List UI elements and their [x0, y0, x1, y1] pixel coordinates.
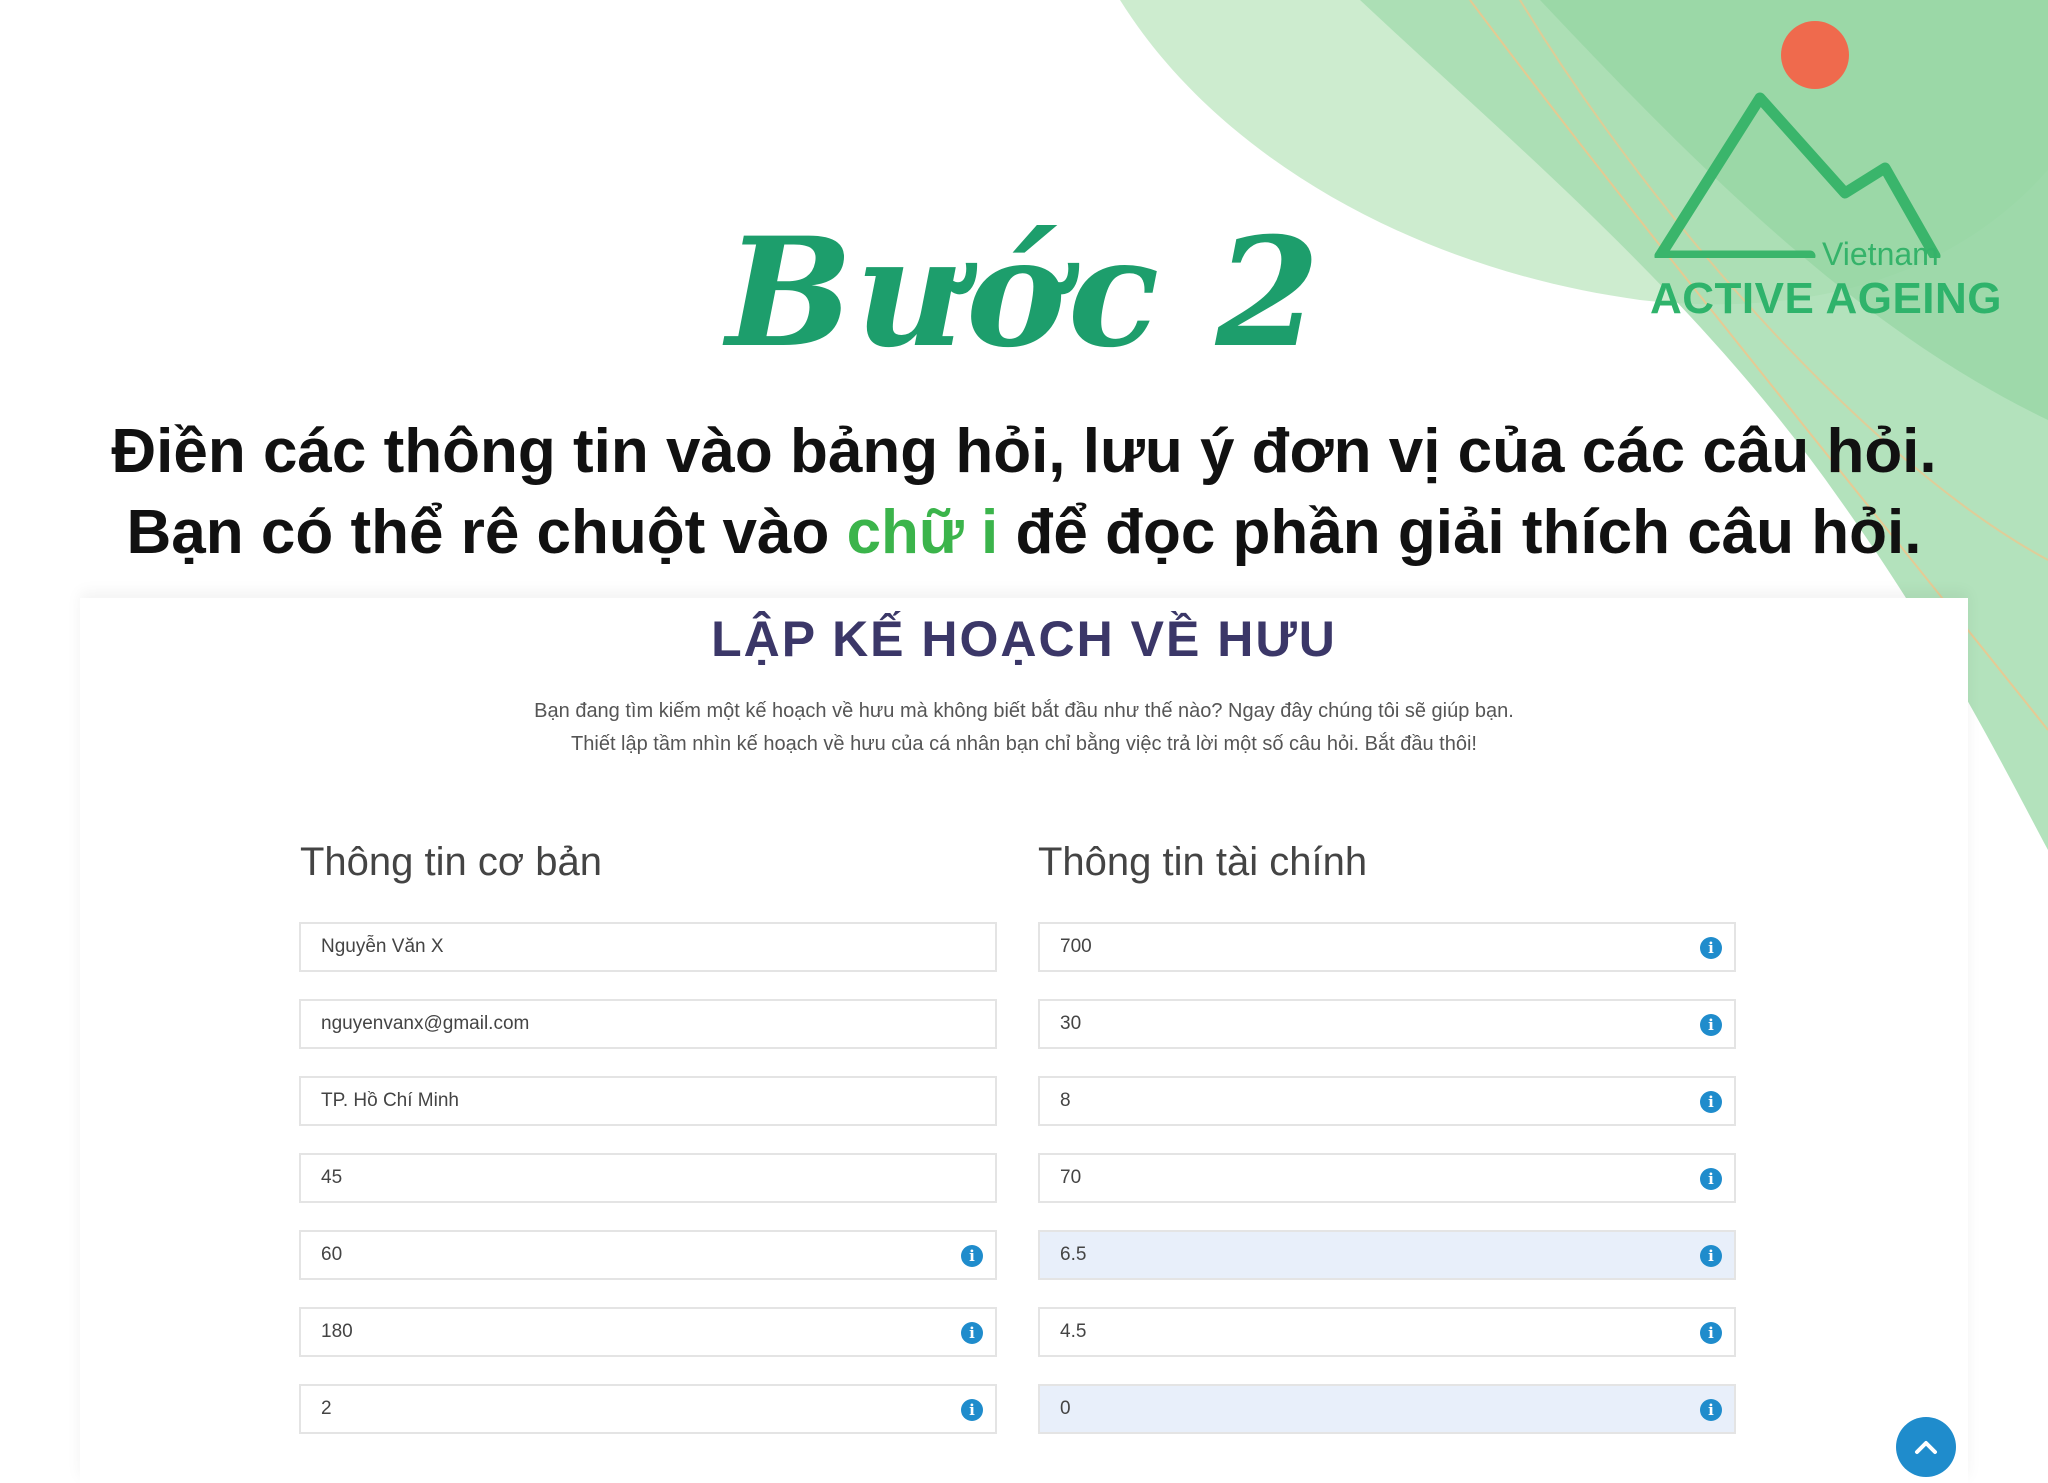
form-intro-line-2: Thiết lập tầm nhìn kế hoạch về hưu của c…	[571, 733, 1477, 755]
field-value: 4.5	[1060, 1321, 1087, 1342]
basic-field-6[interactable]: 180 i	[299, 1307, 997, 1357]
form-title: LẬP KẾ HOẠCH VỀ HƯU	[711, 611, 1337, 667]
field-value: 8	[1060, 1090, 1071, 1111]
instruction-text: để đọc phần giải thích câu hỏi.	[998, 498, 1922, 567]
retirement-age-field[interactable]: 60 i	[299, 1230, 997, 1280]
info-icon[interactable]: i	[1700, 1168, 1722, 1190]
instruction-line-1: Điền các thông tin vào bảng hỏi, lưu ý đ…	[111, 417, 1937, 486]
age-field[interactable]: 45	[299, 1153, 997, 1203]
financial-field-5[interactable]: 6.5 i	[1038, 1230, 1736, 1280]
info-icon[interactable]: i	[1700, 1399, 1722, 1421]
info-icon[interactable]: i	[1700, 1014, 1722, 1036]
city-field[interactable]: TP. Hồ Chí Minh	[299, 1076, 997, 1126]
field-value: 180	[321, 1321, 353, 1342]
email-field[interactable]: nguyenvanx@gmail.com	[299, 999, 997, 1049]
instruction-line-2: Bạn có thể rê chuột vào chữ i để đọc phầ…	[0, 497, 2048, 568]
financial-field-3[interactable]: 8i	[1038, 1076, 1736, 1126]
field-value: Nguyễn Văn X	[321, 936, 444, 957]
form-intro-line-1: Bạn đang tìm kiếm một kế hoạch về hưu mà…	[534, 700, 1514, 722]
instruction-text: Bạn có thể rê chuột vào	[126, 498, 847, 567]
field-value: 45	[321, 1167, 343, 1188]
scroll-to-top-button[interactable]	[1896, 1417, 1956, 1477]
financial-field-7[interactable]: 0i	[1038, 1384, 1736, 1434]
field-value: TP. Hồ Chí Minh	[321, 1090, 459, 1111]
step-title: Bước 2	[726, 205, 1322, 381]
info-icon[interactable]: i	[1700, 937, 1722, 959]
name-field[interactable]: Nguyễn Văn X	[299, 922, 997, 972]
basic-info-heading: Thông tin cơ bản	[300, 840, 602, 884]
field-value: 0	[1060, 1398, 1071, 1419]
financial-info-heading: Thông tin tài chính	[1038, 840, 1368, 884]
info-icon[interactable]: i	[961, 1322, 983, 1344]
info-icon[interactable]: i	[1700, 1245, 1722, 1267]
financial-field-1[interactable]: 700 i	[1038, 922, 1736, 972]
field-value: 30	[1060, 1013, 1082, 1034]
info-icon[interactable]: i	[1700, 1322, 1722, 1344]
instruction-highlight: chữ i	[846, 498, 999, 567]
info-icon[interactable]: i	[961, 1245, 983, 1267]
field-value: 60	[321, 1244, 343, 1265]
field-value: 70	[1060, 1167, 1082, 1188]
financial-field-4[interactable]: 70 i	[1038, 1153, 1736, 1203]
basic-field-7[interactable]: 2i	[299, 1384, 997, 1434]
field-value: nguyenvanx@gmail.com	[321, 1013, 530, 1034]
financial-field-6[interactable]: 4.5 i	[1038, 1307, 1736, 1357]
field-value: 700	[1060, 936, 1092, 957]
chevron-up-icon	[1915, 1441, 1937, 1454]
field-value: 2	[321, 1398, 332, 1419]
financial-field-2[interactable]: 30 i	[1038, 999, 1736, 1049]
field-value: 6.5	[1060, 1244, 1087, 1265]
info-icon[interactable]: i	[1700, 1091, 1722, 1113]
info-icon[interactable]: i	[961, 1399, 983, 1421]
